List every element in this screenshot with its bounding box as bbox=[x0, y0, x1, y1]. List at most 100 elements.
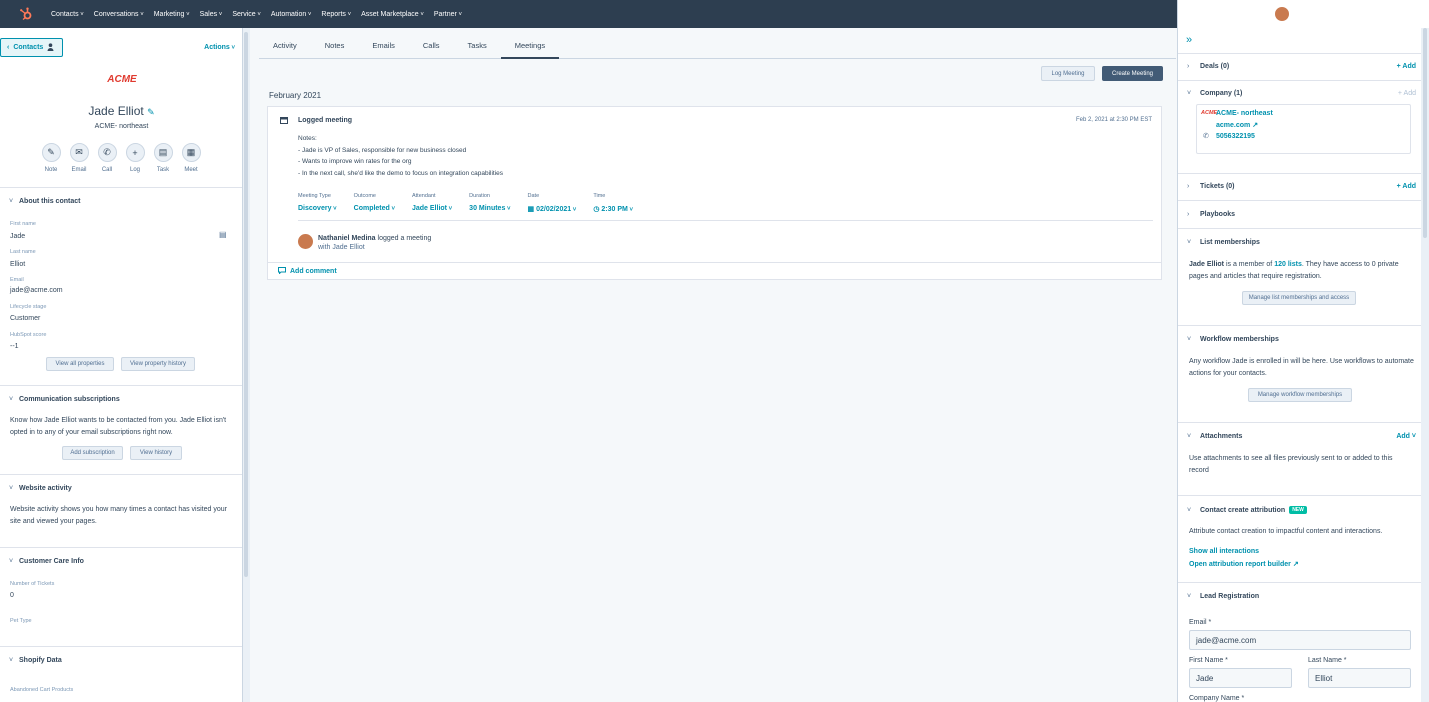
time-dropdown[interactable]: ◷ 2:30 PM bbox=[593, 205, 633, 213]
customer-care-section-toggle[interactable]: ˅ Customer Care Info bbox=[0, 547, 242, 565]
meeting-type-dropdown[interactable]: Discovery bbox=[298, 205, 337, 212]
edit-pencil-icon[interactable]: ✎ bbox=[147, 107, 155, 117]
external-link-icon: ↗ bbox=[1292, 561, 1299, 568]
manage-workflow-memberships-button[interactable]: Manage workflow memberships bbox=[1248, 388, 1352, 402]
hubspot-logo-icon[interactable] bbox=[12, 0, 40, 28]
email-action[interactable]: ✉ Email bbox=[69, 143, 89, 173]
view-history-button[interactable]: View history bbox=[130, 446, 182, 460]
copy-icon[interactable]: ▤ bbox=[219, 230, 227, 239]
lifecycle-stage-value[interactable]: Customer bbox=[10, 315, 40, 322]
attribution-report-link[interactable]: Open attribution report builder ↗ bbox=[1189, 560, 1299, 568]
contact-name: Jade Elliot bbox=[88, 104, 144, 118]
last-name-value[interactable]: Elliot bbox=[10, 261, 25, 268]
account-menu[interactable]: biglytics.net bbox=[1302, 11, 1344, 18]
hubspot-score-value: --1 bbox=[10, 343, 19, 350]
about-section-toggle[interactable]: ˅ About this contact bbox=[0, 187, 242, 205]
tickets-value[interactable]: 0 bbox=[10, 592, 14, 599]
list-contact-name: Jade Elliot bbox=[1189, 261, 1225, 268]
list-memberships-toggle[interactable]: ˅ List memberships bbox=[1187, 239, 1260, 246]
lead-email-input[interactable]: jade@acme.com bbox=[1189, 630, 1411, 650]
calendar-icon bbox=[280, 116, 288, 126]
left-scrollbar[interactable] bbox=[243, 28, 250, 702]
lead-first-name-input[interactable]: Jade bbox=[1189, 668, 1292, 688]
view-all-properties-button[interactable]: View all properties bbox=[46, 357, 114, 371]
lead-registration-toggle[interactable]: ˅ Lead Registration bbox=[1187, 593, 1259, 600]
nav-partner[interactable]: Partner bbox=[429, 11, 467, 18]
nav-marketing[interactable]: Marketing bbox=[149, 11, 195, 18]
create-meeting-button[interactable]: Create Meeting bbox=[1102, 66, 1163, 81]
date-dropdown[interactable]: ▦ 02/02/2021 bbox=[528, 205, 577, 213]
tickets-toggle[interactable]: › Tickets (0) bbox=[1187, 183, 1235, 190]
nav-reports[interactable]: Reports bbox=[316, 11, 356, 18]
double-chevron-right-icon[interactable]: » bbox=[1186, 34, 1192, 46]
settings-gear-icon[interactable] bbox=[1226, 8, 1238, 20]
add-subscription-button[interactable]: Add subscription bbox=[62, 446, 123, 460]
meeting-notes[interactable]: Notes: - Jade is VP of Sales, responsibl… bbox=[298, 133, 503, 179]
company-phone-link[interactable]: 5056322195 bbox=[1216, 133, 1255, 140]
company-card: ACME ACME- northeast acme.com ↗ ✆ 505632… bbox=[1196, 104, 1411, 154]
show-all-interactions-link[interactable]: Show all interactions bbox=[1189, 548, 1259, 555]
call-action[interactable]: ✆ Call bbox=[97, 143, 117, 173]
view-property-history-button[interactable]: View property history bbox=[121, 357, 195, 371]
nav-conversations[interactable]: Conversations bbox=[89, 11, 149, 18]
calendar-icon: ▦ bbox=[527, 206, 537, 213]
company-domain: acme.com bbox=[1216, 122, 1251, 129]
tab-notes[interactable]: Notes bbox=[311, 28, 359, 59]
shopify-title: Shopify Data bbox=[19, 657, 62, 664]
deals-add-button[interactable]: + Add bbox=[1397, 63, 1416, 70]
abandoned-cart-label: Abandoned Cart Products bbox=[10, 687, 74, 693]
user-avatar[interactable] bbox=[1274, 6, 1290, 22]
nav-automation[interactable]: Automation bbox=[266, 11, 317, 18]
attachments-add-menu[interactable]: Add ˅ bbox=[1396, 433, 1416, 440]
company-name-link[interactable]: ACME- northeast bbox=[1216, 110, 1273, 117]
left-scrollbar-thumb[interactable] bbox=[244, 32, 248, 577]
email-value[interactable]: jade@acme.com bbox=[10, 287, 63, 294]
search-icon[interactable] bbox=[1178, 8, 1190, 20]
company-add-button[interactable]: + Add bbox=[1398, 90, 1416, 97]
right-scrollbar-thumb[interactable] bbox=[1423, 28, 1427, 238]
playbooks-toggle[interactable]: › Playbooks bbox=[1187, 211, 1235, 218]
attribution-toggle[interactable]: ˅ Contact create attribution NEW bbox=[1187, 506, 1307, 514]
right-scrollbar[interactable] bbox=[1421, 28, 1429, 702]
nav-service[interactable]: Service bbox=[227, 11, 266, 18]
actions-menu[interactable]: Actions bbox=[204, 44, 235, 51]
back-to-contacts-button[interactable]: ‹ Contacts bbox=[0, 38, 63, 57]
tab-activity[interactable]: Activity bbox=[259, 28, 311, 59]
list-count-link[interactable]: 120 lists bbox=[1274, 261, 1302, 268]
duration-dropdown[interactable]: 30 Minutes bbox=[469, 205, 510, 212]
company-toggle[interactable]: ˅ Company (1) bbox=[1187, 90, 1242, 97]
task-action[interactable]: ▤ Task bbox=[153, 143, 173, 173]
log-meeting-button[interactable]: Log Meeting bbox=[1041, 66, 1095, 81]
nav-sales[interactable]: Sales bbox=[195, 11, 228, 18]
attachments-toggle[interactable]: ˅ Attachments bbox=[1187, 433, 1242, 440]
website-section-toggle[interactable]: ˅ Website activity bbox=[0, 474, 242, 492]
log-action[interactable]: + Log bbox=[125, 143, 145, 173]
email-label: Email bbox=[10, 277, 24, 283]
deals-toggle[interactable]: › Deals (0) bbox=[1187, 63, 1229, 70]
note-action[interactable]: ✎ Note bbox=[41, 143, 61, 173]
outcome-dropdown[interactable]: Completed bbox=[354, 205, 395, 212]
manage-list-memberships-button[interactable]: Manage list memberships and access bbox=[1242, 291, 1356, 305]
lifecycle-stage-label: Lifecycle stage bbox=[10, 304, 47, 310]
logger-name[interactable]: Nathaniel Medina bbox=[318, 235, 376, 242]
tab-tasks[interactable]: Tasks bbox=[454, 28, 501, 59]
tab-meetings[interactable]: Meetings bbox=[500, 28, 560, 59]
company-domain-link[interactable]: acme.com ↗ bbox=[1216, 121, 1258, 129]
workflow-memberships-toggle[interactable]: ˅ Workflow memberships bbox=[1187, 336, 1279, 343]
attendant-dropdown[interactable]: Jade Elliot bbox=[412, 205, 452, 212]
tickets-add-button[interactable]: + Add bbox=[1397, 183, 1416, 190]
tab-calls[interactable]: Calls bbox=[409, 28, 454, 59]
communication-section-toggle[interactable]: ˅ Communication subscriptions bbox=[0, 385, 242, 403]
lead-last-name-input[interactable]: Elliot bbox=[1308, 668, 1411, 688]
chevron-down-icon: ˅ bbox=[1187, 433, 1192, 440]
nav-asset-marketplace[interactable]: Asset Marketplace bbox=[356, 11, 429, 18]
marketplace-icon[interactable] bbox=[1202, 8, 1214, 20]
notifications-bell-icon[interactable] bbox=[1250, 8, 1262, 20]
meet-action[interactable]: ▦ Meet bbox=[181, 143, 201, 173]
nav-contacts[interactable]: Contacts bbox=[46, 11, 89, 18]
tab-emails[interactable]: Emails bbox=[358, 28, 409, 59]
shopify-section-toggle[interactable]: ˅ Shopify Data bbox=[0, 646, 242, 664]
add-comment-button[interactable]: Add comment bbox=[268, 262, 1161, 280]
attachments-text: Use attachments to see all files previou… bbox=[1189, 455, 1393, 474]
first-name-value[interactable]: Jade bbox=[10, 233, 25, 240]
